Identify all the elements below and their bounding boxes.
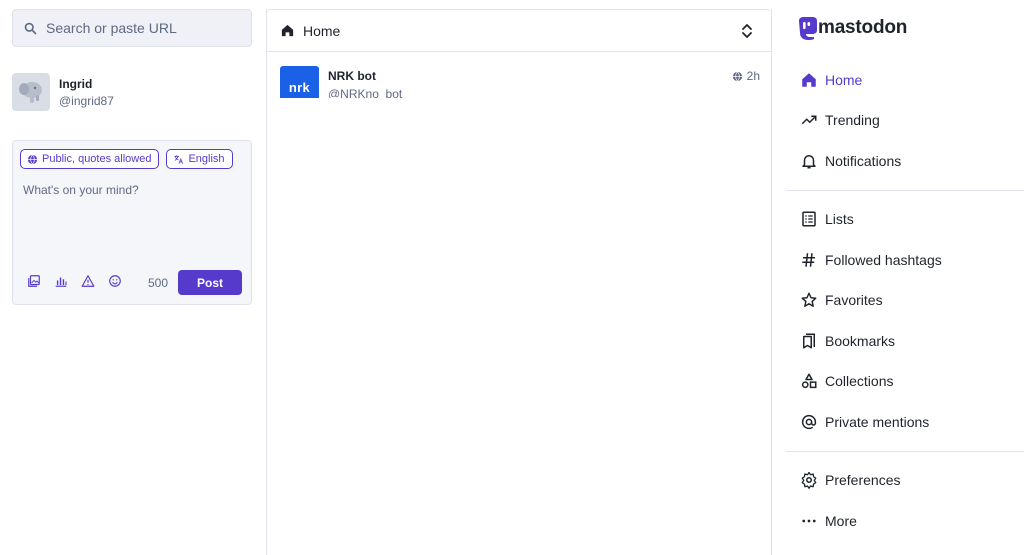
nav-preferences-label: Preferences (825, 472, 901, 488)
nav-collections[interactable]: Collections (786, 361, 1024, 401)
nav-bookmarks-label: Bookmarks (825, 333, 896, 349)
compose-form: Public, quotes allowed English What's on… (12, 140, 252, 305)
nrk-logo-text: nrk (288, 80, 311, 95)
brand-name: mastodon (818, 17, 908, 38)
content-warning-icon (81, 275, 95, 287)
hashtag-icon (802, 253, 815, 267)
list-icon (802, 211, 816, 227)
nav-home-label: Home (825, 72, 863, 88)
media-icon (28, 275, 40, 287)
search-icon (24, 22, 37, 34)
gear-icon (801, 471, 817, 489)
nav-collections-label: Collections (825, 373, 894, 389)
chevron-up-down-icon (742, 24, 752, 38)
nav-divider (786, 451, 1024, 452)
status-avatar[interactable]: nrk (280, 66, 319, 98)
nav-lists-label: Lists (825, 211, 854, 227)
nav-bookmarks[interactable]: Bookmarks (786, 321, 1024, 361)
column-settings-toggle[interactable] (741, 23, 753, 39)
add-poll-button[interactable] (54, 274, 68, 288)
nav-private-mentions-label: Private mentions (825, 414, 930, 430)
nav-trending[interactable]: Trending (786, 100, 1024, 140)
nav-notifications-label: Notifications (825, 153, 902, 169)
globe-icon (27, 153, 38, 165)
home-icon (802, 73, 816, 87)
bookmarks-icon (803, 333, 815, 349)
nav-trending-label: Trending (825, 112, 880, 128)
star-icon (801, 292, 817, 307)
avatar[interactable] (12, 73, 50, 111)
search-input[interactable] (46, 20, 246, 36)
account-display-name[interactable]: Ingrid (59, 77, 114, 91)
status-display-name[interactable]: NRK bot (328, 69, 376, 83)
status-item[interactable]: nrk NRK bot @NRKno_bot 2h (280, 66, 760, 98)
add-media-button[interactable] (27, 274, 41, 288)
translate-icon (174, 154, 184, 164)
status-meta: 2h (732, 69, 760, 83)
search-box[interactable] (12, 9, 252, 47)
nav-private-mentions[interactable]: Private mentions (786, 402, 1024, 442)
nav-preferences[interactable]: Preferences (786, 460, 1024, 500)
character-counter: 500 (148, 276, 169, 290)
mastodon-app: Ingrid @ingrid87 Public, quotes allowed … (0, 0, 1024, 555)
nav-followed-hashtags[interactable]: Followed hashtags (786, 240, 1024, 280)
nav-favorites[interactable]: Favorites (786, 280, 1024, 320)
status-timestamp[interactable]: 2h (747, 69, 760, 83)
language-label: English (188, 153, 225, 165)
post-button[interactable]: Post (178, 270, 242, 295)
mastodon-elephant-icon (19, 82, 42, 103)
nav-followed-hashtags-label: Followed hashtags (825, 252, 942, 268)
at-sign-icon (801, 414, 817, 430)
more-icon (802, 519, 816, 523)
compose-textarea[interactable] (23, 183, 245, 253)
emoji-button[interactable] (108, 274, 122, 288)
column-header[interactable]: Home (267, 9, 771, 52)
content-warning-button[interactable] (81, 274, 95, 288)
home-icon (280, 23, 295, 38)
column-title: Home (303, 22, 341, 39)
shapes-icon (801, 373, 817, 389)
emoji-icon (109, 275, 121, 287)
visibility-dropdown[interactable]: Public, quotes allowed (20, 149, 160, 169)
nav-more-label: More (825, 513, 857, 529)
bell-icon (802, 155, 816, 169)
globe-icon (732, 70, 742, 82)
brand-logo[interactable]: mastodon (796, 15, 907, 41)
nav-home[interactable]: Home (786, 60, 1024, 100)
nav-more[interactable]: More (786, 501, 1024, 541)
current-account[interactable]: Ingrid @ingrid87 (12, 73, 114, 111)
account-handle: @ingrid87 (59, 93, 114, 108)
mastodon-logo-icon (799, 17, 817, 40)
nav-lists[interactable]: Lists (786, 199, 1024, 239)
home-column: Home nrk NRK bot @NRKno_bot 2h (266, 9, 772, 555)
navigation-panel: mastodon Home Trending Notifications Lis… (786, 0, 1024, 555)
poll-icon (55, 277, 67, 287)
nav-favorites-label: Favorites (825, 292, 883, 308)
language-dropdown[interactable]: English (166, 149, 233, 169)
trending-icon (801, 115, 817, 125)
nav-notifications[interactable]: Notifications (786, 141, 1024, 181)
nav-divider (786, 190, 1024, 191)
status-handle: @NRKno_bot (328, 87, 403, 98)
visibility-label: Public, quotes allowed (42, 153, 152, 165)
